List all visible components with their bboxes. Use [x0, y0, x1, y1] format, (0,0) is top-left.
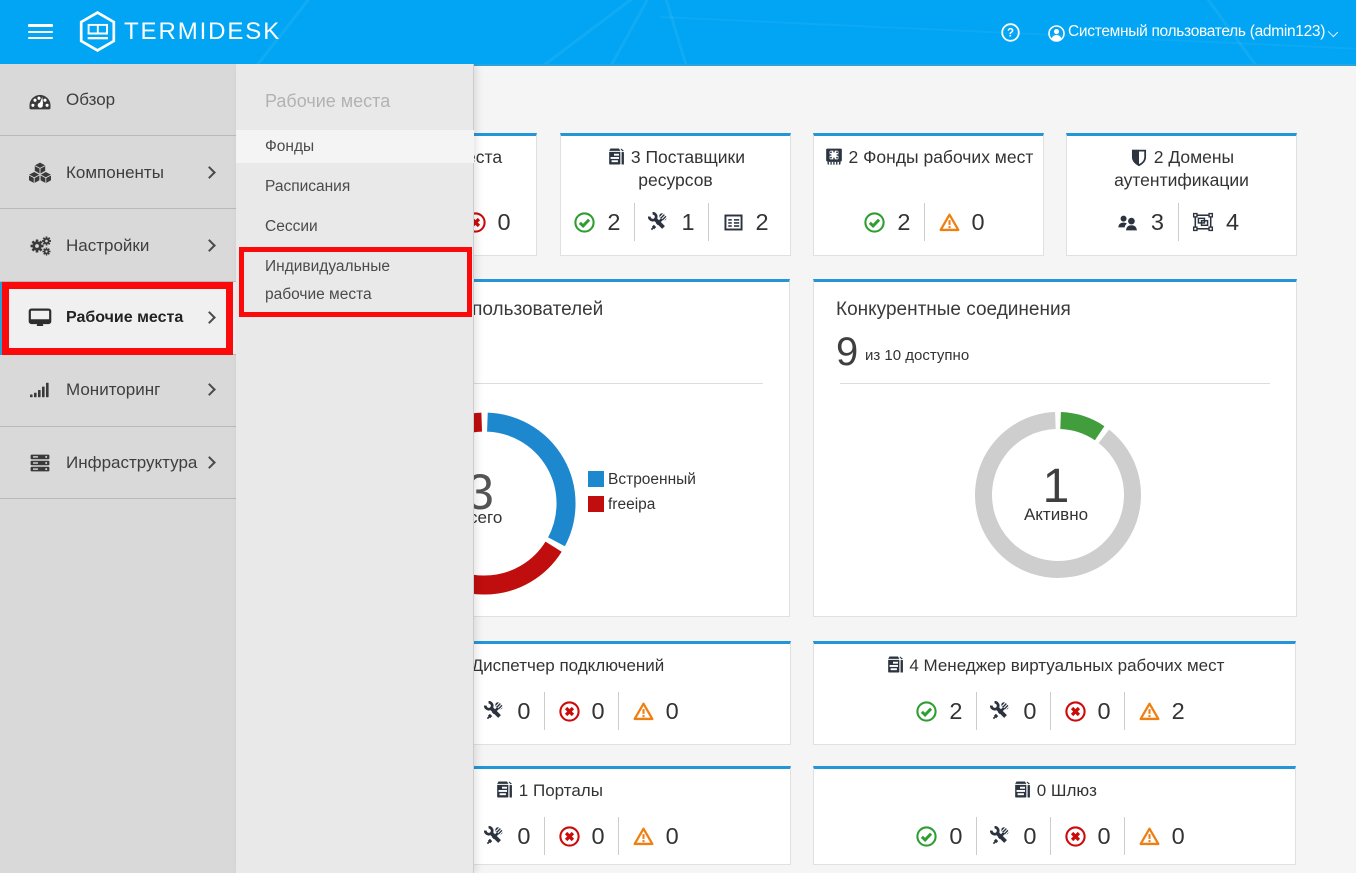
- svg-text:?: ?: [1007, 28, 1014, 40]
